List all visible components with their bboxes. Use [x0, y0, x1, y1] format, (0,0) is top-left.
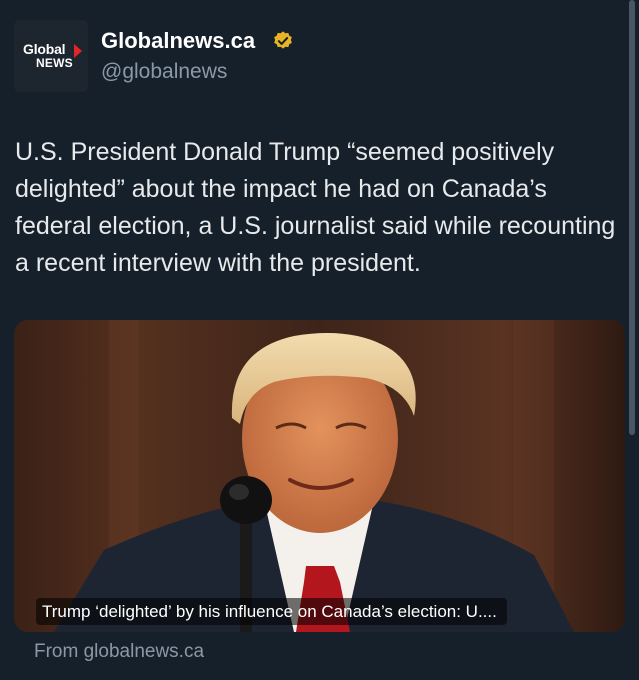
logo-word-global: Global: [23, 41, 66, 57]
account-display-name[interactable]: Globalnews.ca: [101, 28, 255, 54]
tweet-text: U.S. President Donald Trump “seemed posi…: [15, 138, 616, 277]
account-handle[interactable]: @globalnews: [101, 60, 227, 84]
link-source[interactable]: From globalnews.ca: [34, 641, 204, 663]
verified-badge-icon: [274, 31, 292, 49]
article-image: [14, 320, 625, 632]
account-avatar[interactable]: Global NEWS: [14, 20, 88, 92]
logo-arrow-icon: [74, 44, 82, 58]
link-preview-card[interactable]: Trump ‘delighted’ by his influence on Ca…: [14, 320, 625, 632]
link-card-title[interactable]: Trump ‘delighted’ by his influence on Ca…: [36, 598, 507, 625]
logo-word-news: NEWS: [36, 56, 73, 70]
scrollbar[interactable]: [629, 0, 635, 435]
